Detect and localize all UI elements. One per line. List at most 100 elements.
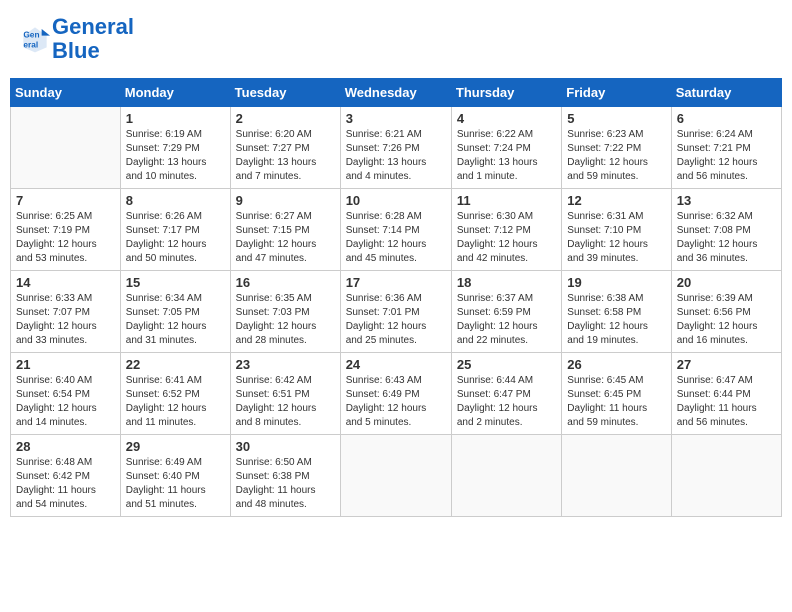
day-info: Sunrise: 6:27 AM Sunset: 7:15 PM Dayligh… bbox=[236, 210, 335, 266]
day-number: 24 bbox=[346, 357, 446, 372]
day-info: Sunrise: 6:24 AM Sunset: 7:21 PM Dayligh… bbox=[677, 128, 776, 184]
logo-line1: General bbox=[52, 14, 134, 39]
logo-line2: Blue bbox=[52, 38, 100, 63]
calendar-cell: 12 Sunrise: 6:31 AM Sunset: 7:10 PM Dayli… bbox=[562, 189, 671, 271]
weekday-header-tuesday: Tuesday bbox=[230, 79, 340, 107]
calendar-cell: 18 Sunrise: 6:37 AM Sunset: 6:59 PM Dayli… bbox=[451, 271, 561, 353]
calendar-cell: 7 Sunrise: 6:25 AM Sunset: 7:19 PM Daylig… bbox=[11, 189, 121, 271]
calendar-cell bbox=[562, 435, 671, 517]
calendar-cell: 10Sunrise: 6:28 AM Sunset: 7:14 PM Dayli… bbox=[340, 189, 451, 271]
day-info: Sunrise: 6:42 AM Sunset: 6:51 PM Dayligh… bbox=[236, 374, 335, 430]
day-info: Sunrise: 6:36 AM Sunset: 7:01 PM Dayligh… bbox=[346, 292, 446, 348]
calendar-week-row: 1 Sunrise: 6:19 AM Sunset: 7:29 PM Daylig… bbox=[11, 107, 782, 189]
weekday-header-saturday: Saturday bbox=[671, 79, 781, 107]
day-info: Sunrise: 6:47 AM Sunset: 6:44 PM Dayligh… bbox=[677, 374, 776, 430]
weekday-header-monday: Monday bbox=[120, 79, 230, 107]
day-number: 22 bbox=[126, 357, 225, 372]
calendar-cell: 21Sunrise: 6:40 AM Sunset: 6:54 PM Dayli… bbox=[11, 353, 121, 435]
day-number: 9 bbox=[236, 193, 335, 208]
day-number: 7 bbox=[16, 193, 115, 208]
day-info: Sunrise: 6:20 AM Sunset: 7:27 PM Dayligh… bbox=[236, 128, 335, 184]
calendar-cell: 29 Sunrise: 6:49 AM Sunset: 6:40 PM Dayli… bbox=[120, 435, 230, 517]
calendar-cell bbox=[340, 435, 451, 517]
calendar-cell: 2 Sunrise: 6:20 AM Sunset: 7:27 PM Daylig… bbox=[230, 107, 340, 189]
calendar-cell: 28 Sunrise: 6:48 AM Sunset: 6:42 PM Dayli… bbox=[11, 435, 121, 517]
weekday-header-row: SundayMondayTuesdayWednesdayThursdayFrid… bbox=[11, 79, 782, 107]
day-number: 16 bbox=[236, 275, 335, 290]
calendar-table: SundayMondayTuesdayWednesdayThursdayFrid… bbox=[10, 78, 782, 517]
day-number: 30 bbox=[236, 439, 335, 454]
day-info: Sunrise: 6:41 AM Sunset: 6:52 PM Dayligh… bbox=[126, 374, 225, 430]
day-number: 2 bbox=[236, 111, 335, 126]
day-number: 13 bbox=[677, 193, 776, 208]
calendar-cell: 20Sunrise: 6:39 AM Sunset: 6:56 PM Dayli… bbox=[671, 271, 781, 353]
weekday-header-wednesday: Wednesday bbox=[340, 79, 451, 107]
day-number: 27 bbox=[677, 357, 776, 372]
page-header: Gen eral General Blue bbox=[10, 10, 782, 68]
day-info: Sunrise: 6:38 AM Sunset: 6:58 PM Dayligh… bbox=[567, 292, 665, 348]
day-info: Sunrise: 6:26 AM Sunset: 7:17 PM Dayligh… bbox=[126, 210, 225, 266]
day-number: 4 bbox=[457, 111, 556, 126]
calendar-cell bbox=[11, 107, 121, 189]
day-number: 19 bbox=[567, 275, 665, 290]
day-info: Sunrise: 6:28 AM Sunset: 7:14 PM Dayligh… bbox=[346, 210, 446, 266]
day-info: Sunrise: 6:39 AM Sunset: 6:56 PM Dayligh… bbox=[677, 292, 776, 348]
day-number: 1 bbox=[126, 111, 225, 126]
logo-text: General Blue bbox=[52, 15, 134, 63]
day-info: Sunrise: 6:49 AM Sunset: 6:40 PM Dayligh… bbox=[126, 456, 225, 512]
day-number: 18 bbox=[457, 275, 556, 290]
day-number: 25 bbox=[457, 357, 556, 372]
day-info: Sunrise: 6:48 AM Sunset: 6:42 PM Dayligh… bbox=[16, 456, 115, 512]
day-number: 26 bbox=[567, 357, 665, 372]
svg-text:eral: eral bbox=[23, 40, 38, 50]
day-info: Sunrise: 6:25 AM Sunset: 7:19 PM Dayligh… bbox=[16, 210, 115, 266]
calendar-cell: 11Sunrise: 6:30 AM Sunset: 7:12 PM Dayli… bbox=[451, 189, 561, 271]
day-number: 6 bbox=[677, 111, 776, 126]
day-number: 28 bbox=[16, 439, 115, 454]
day-number: 15 bbox=[126, 275, 225, 290]
calendar-cell: 1 Sunrise: 6:19 AM Sunset: 7:29 PM Daylig… bbox=[120, 107, 230, 189]
calendar-cell: 17 Sunrise: 6:36 AM Sunset: 7:01 PM Dayli… bbox=[340, 271, 451, 353]
day-info: Sunrise: 6:44 AM Sunset: 6:47 PM Dayligh… bbox=[457, 374, 556, 430]
calendar-cell: 3Sunrise: 6:21 AM Sunset: 7:26 PM Daylig… bbox=[340, 107, 451, 189]
day-info: Sunrise: 6:50 AM Sunset: 6:38 PM Dayligh… bbox=[236, 456, 335, 512]
day-info: Sunrise: 6:23 AM Sunset: 7:22 PM Dayligh… bbox=[567, 128, 665, 184]
calendar-cell: 25 Sunrise: 6:44 AM Sunset: 6:47 PM Dayli… bbox=[451, 353, 561, 435]
day-number: 14 bbox=[16, 275, 115, 290]
day-number: 12 bbox=[567, 193, 665, 208]
calendar-cell: 9 Sunrise: 6:27 AM Sunset: 7:15 PM Daylig… bbox=[230, 189, 340, 271]
day-number: 11 bbox=[457, 193, 556, 208]
calendar-cell: 27 Sunrise: 6:47 AM Sunset: 6:44 PM Dayli… bbox=[671, 353, 781, 435]
day-number: 23 bbox=[236, 357, 335, 372]
day-number: 17 bbox=[346, 275, 446, 290]
calendar-cell: 13 Sunrise: 6:32 AM Sunset: 7:08 PM Dayli… bbox=[671, 189, 781, 271]
calendar-week-row: 28 Sunrise: 6:48 AM Sunset: 6:42 PM Dayli… bbox=[11, 435, 782, 517]
day-info: Sunrise: 6:35 AM Sunset: 7:03 PM Dayligh… bbox=[236, 292, 335, 348]
day-info: Sunrise: 6:33 AM Sunset: 7:07 PM Dayligh… bbox=[16, 292, 115, 348]
svg-text:Gen: Gen bbox=[23, 30, 39, 40]
day-info: Sunrise: 6:21 AM Sunset: 7:26 PM Dayligh… bbox=[346, 128, 446, 184]
calendar-week-row: 21Sunrise: 6:40 AM Sunset: 6:54 PM Dayli… bbox=[11, 353, 782, 435]
weekday-header-friday: Friday bbox=[562, 79, 671, 107]
logo: Gen eral General Blue bbox=[20, 15, 134, 63]
calendar-cell: 23 Sunrise: 6:42 AM Sunset: 6:51 PM Dayli… bbox=[230, 353, 340, 435]
calendar-cell: 30 Sunrise: 6:50 AM Sunset: 6:38 PM Dayli… bbox=[230, 435, 340, 517]
calendar-week-row: 7 Sunrise: 6:25 AM Sunset: 7:19 PM Daylig… bbox=[11, 189, 782, 271]
calendar-cell: 6 Sunrise: 6:24 AM Sunset: 7:21 PM Daylig… bbox=[671, 107, 781, 189]
calendar-cell: 22 Sunrise: 6:41 AM Sunset: 6:52 PM Dayli… bbox=[120, 353, 230, 435]
day-info: Sunrise: 6:37 AM Sunset: 6:59 PM Dayligh… bbox=[457, 292, 556, 348]
day-info: Sunrise: 6:19 AM Sunset: 7:29 PM Dayligh… bbox=[126, 128, 225, 184]
day-info: Sunrise: 6:40 AM Sunset: 6:54 PM Dayligh… bbox=[16, 374, 115, 430]
day-info: Sunrise: 6:32 AM Sunset: 7:08 PM Dayligh… bbox=[677, 210, 776, 266]
day-info: Sunrise: 6:34 AM Sunset: 7:05 PM Dayligh… bbox=[126, 292, 225, 348]
day-number: 29 bbox=[126, 439, 225, 454]
calendar-cell: 26Sunrise: 6:45 AM Sunset: 6:45 PM Dayli… bbox=[562, 353, 671, 435]
calendar-cell: 15 Sunrise: 6:34 AM Sunset: 7:05 PM Dayli… bbox=[120, 271, 230, 353]
day-info: Sunrise: 6:43 AM Sunset: 6:49 PM Dayligh… bbox=[346, 374, 446, 430]
calendar-cell: 19 Sunrise: 6:38 AM Sunset: 6:58 PM Dayli… bbox=[562, 271, 671, 353]
calendar-week-row: 14 Sunrise: 6:33 AM Sunset: 7:07 PM Dayli… bbox=[11, 271, 782, 353]
calendar-cell bbox=[671, 435, 781, 517]
day-info: Sunrise: 6:31 AM Sunset: 7:10 PM Dayligh… bbox=[567, 210, 665, 266]
calendar-cell: 16 Sunrise: 6:35 AM Sunset: 7:03 PM Dayli… bbox=[230, 271, 340, 353]
calendar-cell: 4Sunrise: 6:22 AM Sunset: 7:24 PM Daylig… bbox=[451, 107, 561, 189]
